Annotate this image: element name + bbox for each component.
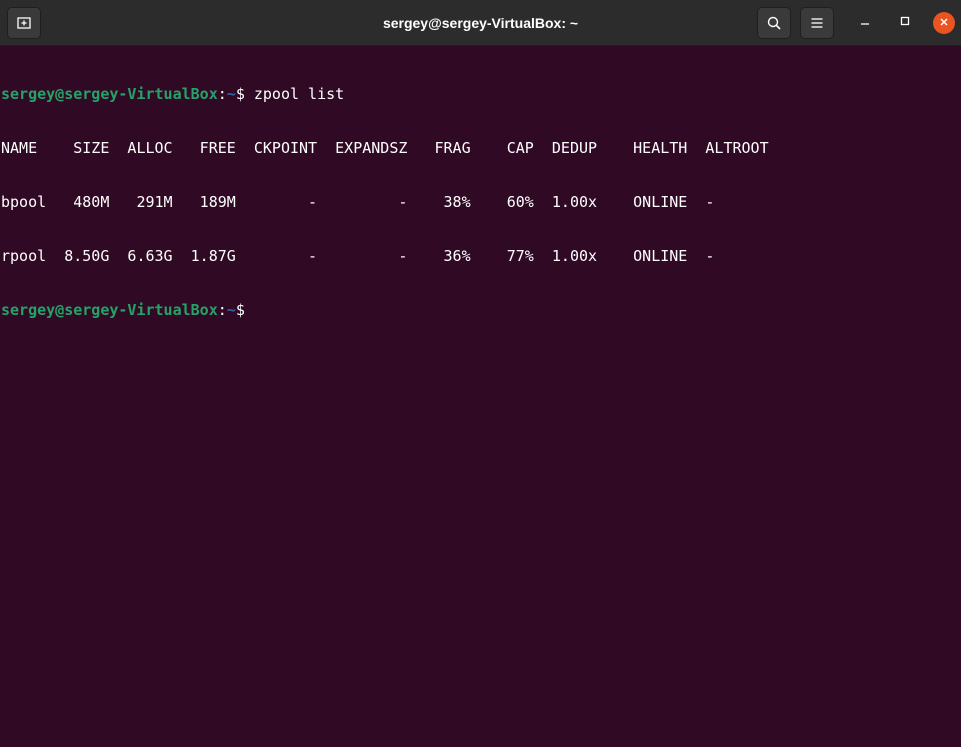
search-icon: [766, 15, 782, 31]
output-row: rpool 8.50G 6.63G 1.87G - - 36% 77% 1.00…: [1, 247, 715, 265]
output-header-row: NAME SIZE ALLOC FREE CKPOINT EXPANDSZ FR…: [1, 139, 769, 157]
prompt-path: ~: [226, 301, 236, 319]
hamburger-menu-icon: [810, 17, 824, 29]
maximize-icon: [899, 14, 911, 32]
text-cursor: [245, 301, 254, 318]
terminal-output[interactable]: sergey@sergey-VirtualBox:~$ zpool list N…: [0, 47, 961, 747]
minimize-icon: [859, 14, 871, 32]
prompt-path: ~: [226, 85, 236, 103]
terminal-window: sergey@sergey-VirtualBox: ~ sergey@serge…: [0, 0, 961, 747]
current-prompt-line: sergey@sergey-VirtualBox:~$: [1, 301, 961, 319]
prompt-separator: :: [217, 85, 227, 103]
minimize-button[interactable]: [853, 11, 877, 35]
menu-button[interactable]: [800, 7, 834, 39]
command-text: zpool list: [244, 85, 345, 103]
prompt-symbol: $: [235, 301, 245, 319]
prompt-user-host: sergey@sergey-VirtualBox: [1, 85, 218, 103]
title-bar[interactable]: sergey@sergey-VirtualBox: ~: [0, 0, 961, 46]
maximize-button[interactable]: [893, 11, 917, 35]
prompt-user-host: sergey@sergey-VirtualBox: [1, 301, 218, 319]
search-button[interactable]: [757, 7, 791, 39]
new-tab-icon: [16, 15, 32, 31]
new-tab-button[interactable]: [7, 7, 41, 39]
command-line: sergey@sergey-VirtualBox:~$ zpool list: [1, 85, 961, 103]
prompt-separator: :: [217, 301, 227, 319]
output-row: bpool 480M 291M 189M - - 38% 60% 1.00x O…: [1, 193, 715, 211]
close-button[interactable]: [933, 12, 955, 34]
close-icon: [939, 14, 949, 32]
prompt-symbol: $: [235, 85, 245, 103]
